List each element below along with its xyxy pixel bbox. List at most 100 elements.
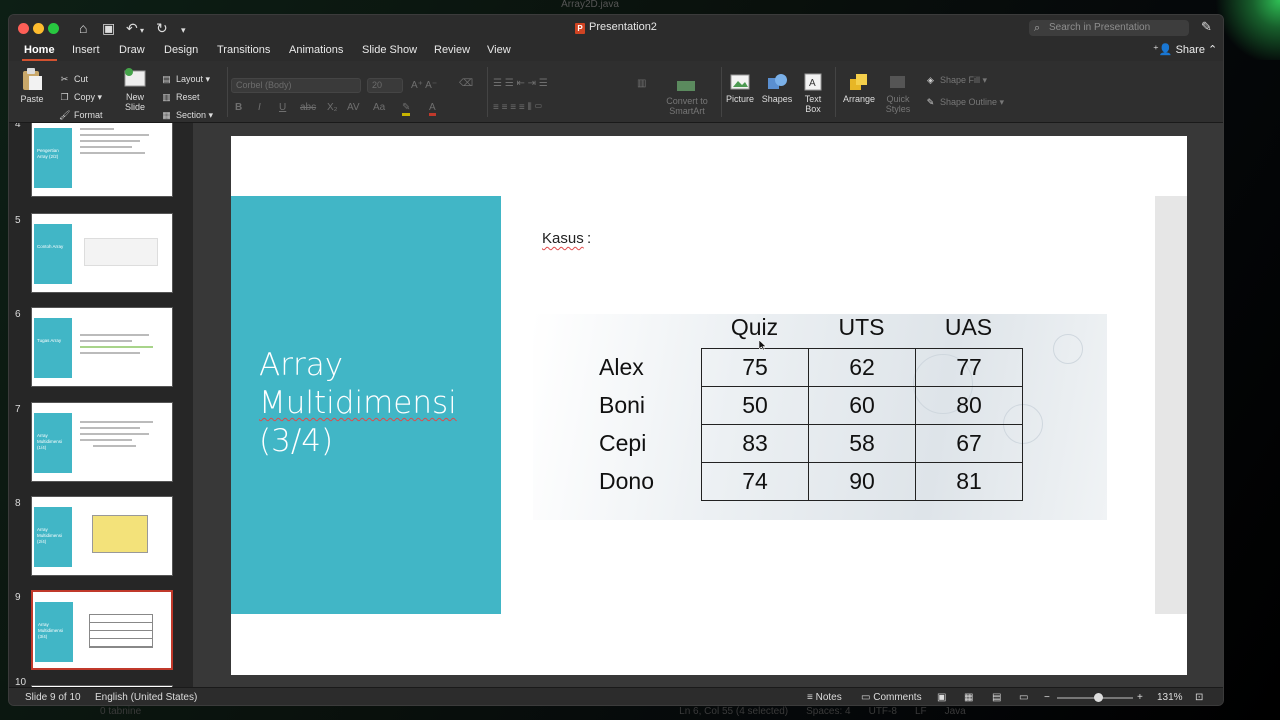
tab-home[interactable]: Home <box>22 41 57 61</box>
fit-to-window-icon[interactable]: ⊡ <box>1195 692 1203 703</box>
thumb-number: 10 <box>15 677 27 687</box>
tab-design[interactable]: Design <box>164 41 198 61</box>
reset-button[interactable]: ▥ Reset <box>161 91 200 103</box>
zoom-in-icon[interactable]: + <box>1137 692 1143 703</box>
columns-icon[interactable]: ▥ <box>637 78 646 89</box>
zoom-out-icon[interactable]: − <box>1044 692 1050 703</box>
bg-status-position: Ln 6, Col 55 (4 selected) <box>679 706 789 717</box>
search-input[interactable]: ⌕ Search in Presentation <box>1029 20 1189 36</box>
notes-button[interactable]: ≡ Notes <box>807 692 842 703</box>
format-label: Format <box>74 110 103 120</box>
smartart-icon <box>677 81 695 91</box>
bullets-icon[interactable]: ☰ ☰ ⇤ ⇥ ☰ <box>493 78 548 89</box>
table-cell[interactable]: 67 <box>915 424 1023 463</box>
shape-fill-button[interactable]: ◈ Shape Fill ▾ <box>925 74 987 86</box>
thumb-number: 8 <box>15 498 21 509</box>
table-cell[interactable]: 50 <box>701 386 809 425</box>
slide-thumbnail-8[interactable]: Array Multidimensi (2/4) <box>31 496 173 576</box>
section-button[interactable]: ▦ Section ▾ <box>161 109 213 121</box>
comments-button[interactable]: ▭ Comments <box>861 692 922 703</box>
tab-animations[interactable]: Animations <box>289 41 343 61</box>
slide-title-panel[interactable]: Array Multidimensi (3/4) <box>231 196 501 614</box>
slide-thumbnail-4[interactable]: Pengertian Array (2/2) <box>31 123 173 197</box>
slide-sorter-icon[interactable]: ▦ <box>964 692 973 703</box>
section-label: Section <box>176 110 207 120</box>
table-cell[interactable]: 90 <box>808 462 916 501</box>
slide-thumbnail-9-selected[interactable]: Array Multidimensi (3/4) <box>29 588 175 672</box>
tab-transitions[interactable]: Transitions <box>217 41 270 61</box>
tab-insert[interactable]: Insert <box>72 41 100 61</box>
copy-button[interactable]: ❐ Copy ▾ <box>59 91 102 103</box>
bold-icon[interactable]: B <box>235 102 242 113</box>
slide-title[interactable]: Array Multidimensi (3/4) <box>259 346 457 460</box>
share-button[interactable]: ⁺👤 Share ⌃ <box>1153 41 1217 61</box>
table-cell[interactable]: 80 <box>915 386 1023 425</box>
change-case-icon[interactable]: Aa <box>373 102 385 113</box>
kasus-label[interactable]: Kasus <box>542 230 584 247</box>
thumb-number: 6 <box>15 309 21 320</box>
font-size-dropdown[interactable]: 20 <box>367 78 403 93</box>
column-header-uas: UAS <box>944 314 993 340</box>
shape-outline-button[interactable]: ✎ Shape Outline ▾ <box>925 96 1004 108</box>
slide-title-line-2: Multidimensi <box>259 385 457 421</box>
row-header-alex: Alex <box>599 354 644 380</box>
layout-button[interactable]: ▤ Layout ▾ <box>161 73 210 85</box>
format-painter-button[interactable]: 🖌 Format <box>59 109 103 121</box>
arrange-button[interactable]: Arrange <box>841 73 877 104</box>
cut-button[interactable]: ✂ Cut <box>59 73 88 85</box>
italic-icon[interactable]: I <box>258 102 261 113</box>
font-color-icon[interactable]: A <box>429 102 436 116</box>
subscript-icon[interactable]: X₂ <box>327 102 338 113</box>
slide-thumbnail-6[interactable]: Tugas Array <box>31 307 173 387</box>
table-cell[interactable]: 83 <box>701 424 809 463</box>
table-cell[interactable]: 62 <box>808 348 916 387</box>
tab-slide-show[interactable]: Slide Show <box>362 41 417 61</box>
text-box-icon: A <box>804 73 822 91</box>
current-slide[interactable]: Array Multidimensi (3/4) Kasus : Quiz UT… <box>231 136 1187 675</box>
highlight-icon[interactable]: ✎ <box>402 102 411 116</box>
column-header-quiz: Quiz <box>730 314 779 340</box>
slide-thumbnail-7[interactable]: Array Multidimensi (1/4) <box>31 402 173 482</box>
separator <box>835 67 836 117</box>
character-spacing-icon[interactable]: AV <box>347 102 360 113</box>
language-indicator[interactable]: English (United States) <box>95 692 197 703</box>
convert-to-smartart-button[interactable]: Convert to SmartArt <box>659 79 715 116</box>
tab-review[interactable]: Review <box>434 41 470 61</box>
tab-view[interactable]: View <box>487 41 511 61</box>
new-slide-button[interactable]: New Slide <box>119 67 151 112</box>
reset-label: Reset <box>176 92 200 102</box>
quick-styles-button[interactable]: Quick Styles <box>881 73 915 114</box>
picture-button[interactable]: Picture <box>723 73 757 104</box>
slide-thumbnail-5[interactable]: Contoh Array <box>31 213 173 293</box>
font-size-buttons[interactable]: A⁺ A⁻ <box>411 80 437 91</box>
picture-icon <box>730 74 750 90</box>
table-cell[interactable]: 74 <box>701 462 809 501</box>
paste-button[interactable]: Paste <box>17 67 47 104</box>
brush-icon: 🖌 <box>59 110 71 120</box>
ribbon-tabs: Home Insert Draw Design Transitions Anim… <box>9 41 1223 61</box>
shapes-button[interactable]: Shapes <box>760 73 794 104</box>
separator <box>227 67 228 117</box>
feedback-icon[interactable]: ✎ <box>1201 19 1212 35</box>
scissors-icon: ✂ <box>60 74 69 84</box>
table-cell[interactable]: 81 <box>915 462 1023 501</box>
underline-icon[interactable]: U <box>279 102 286 113</box>
table-cell[interactable]: 60 <box>808 386 916 425</box>
text-box-button[interactable]: A Text Box <box>801 73 825 114</box>
table-cell[interactable]: 75 <box>701 348 809 387</box>
clear-format-icon[interactable]: ⌫ <box>459 78 473 89</box>
slide-title-line-1: Array <box>259 347 344 383</box>
font-family-dropdown[interactable]: Corbel (Body) <box>231 78 361 93</box>
align-icons[interactable]: ≡ ≡ ≡ ≡ ⫴ ▭ <box>493 102 542 113</box>
table-cell[interactable]: 58 <box>808 424 916 463</box>
thumb-title: Tugas Array <box>34 318 72 378</box>
strikethrough-icon[interactable]: abc <box>300 102 316 113</box>
reading-view-icon[interactable]: ▤ <box>992 692 1001 703</box>
score-table[interactable]: 75 62 77 50 60 80 83 58 67 74 90 81 <box>701 348 1023 501</box>
tab-draw[interactable]: Draw <box>119 41 145 61</box>
slideshow-view-icon[interactable]: ▭ <box>1019 692 1028 703</box>
zoom-level[interactable]: 131% <box>1157 692 1183 703</box>
zoom-slider-thumb[interactable] <box>1094 693 1103 702</box>
table-cell[interactable]: 77 <box>915 348 1023 387</box>
normal-view-icon[interactable]: ▣ <box>937 692 946 703</box>
